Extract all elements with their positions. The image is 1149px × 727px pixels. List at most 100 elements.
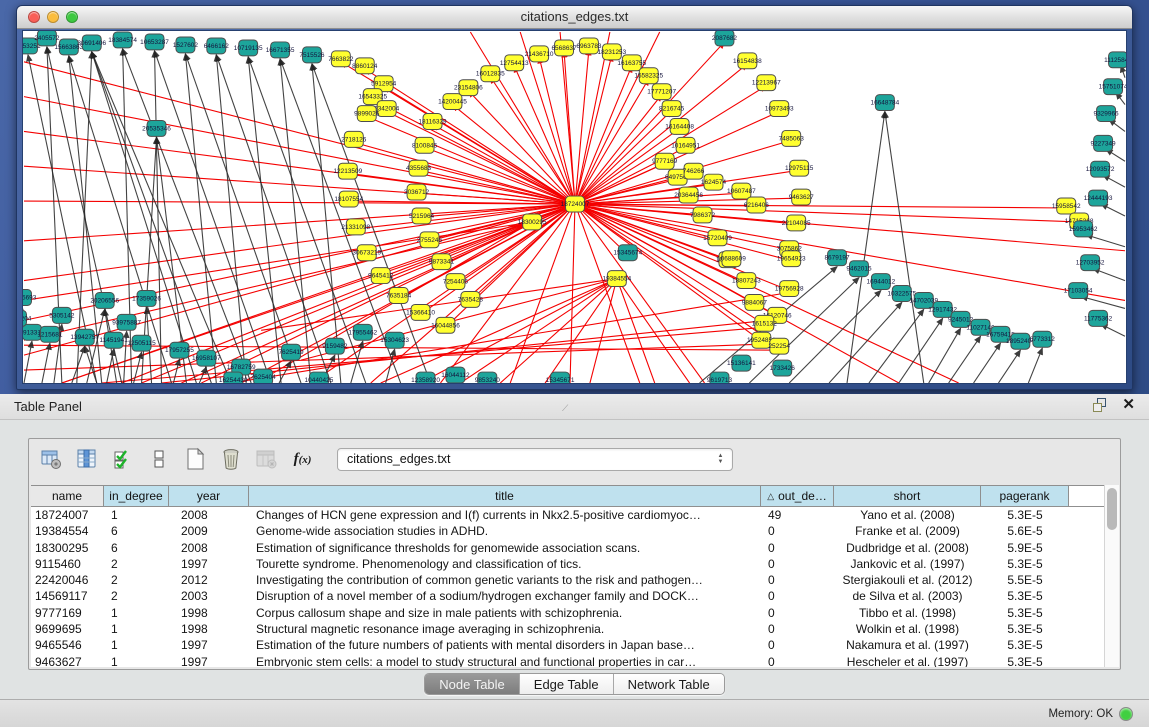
graph-node[interactable]: 93975887 bbox=[112, 314, 141, 330]
graph-node[interactable]: 9777169 bbox=[652, 153, 678, 169]
graph-node[interactable]: 18384574 bbox=[108, 32, 137, 48]
tab-edge-table[interactable]: Edge Table bbox=[520, 674, 614, 694]
graph-node[interactable]: 12505115 bbox=[127, 335, 156, 351]
graph-node[interactable]: 7515526 bbox=[299, 47, 325, 63]
graph-node[interactable]: 10973493 bbox=[765, 101, 794, 117]
graph-node[interactable]: 9884067 bbox=[742, 295, 768, 311]
graph-node[interactable]: 16164408 bbox=[665, 119, 694, 135]
graph-node[interactable]: 1527602 bbox=[173, 37, 199, 53]
graph-node[interactable]: 10719135 bbox=[234, 40, 263, 56]
graph-node[interactable]: 4355683 bbox=[406, 160, 432, 176]
graph-node[interactable]: 9329966 bbox=[1093, 106, 1119, 122]
graph-node[interactable]: 12213967 bbox=[752, 75, 781, 91]
column-header-year[interactable]: year bbox=[169, 486, 249, 506]
graph-node[interactable]: 17771207 bbox=[647, 84, 676, 100]
scrollbar-thumb[interactable] bbox=[1107, 488, 1117, 530]
zoom-button[interactable] bbox=[66, 11, 78, 23]
column-header-pagerank[interactable]: pagerank bbox=[981, 486, 1069, 506]
graph-node[interactable]: 16154838 bbox=[733, 53, 762, 69]
table-row[interactable]: 977716911998Corpus callosum shape and si… bbox=[31, 605, 1105, 621]
graph-node[interactable]: 8679197 bbox=[824, 250, 850, 266]
new-column-icon[interactable] bbox=[181, 446, 208, 473]
graph-node[interactable]: 11775362 bbox=[1084, 310, 1113, 326]
table-settings-icon[interactable] bbox=[37, 446, 64, 473]
graph-node[interactable]: 12213509 bbox=[333, 163, 362, 179]
column-header-out_de[interactable]: △out_de… bbox=[761, 486, 834, 506]
graph-node[interactable]: 7485063 bbox=[779, 130, 805, 146]
column-header-in_degree[interactable]: in_degree bbox=[104, 486, 169, 506]
graph-node[interactable]: 7635428 bbox=[458, 292, 484, 308]
graph-node[interactable]: 9159482 bbox=[322, 338, 348, 354]
graph-node[interactable]: 9462015 bbox=[846, 261, 872, 277]
graph-node[interactable]: 6216406 bbox=[744, 197, 770, 213]
minimize-button[interactable] bbox=[47, 11, 59, 23]
graph-node[interactable]: 7986372 bbox=[690, 207, 716, 223]
graph-node[interactable]: 2718126 bbox=[341, 131, 367, 147]
graph-node[interactable]: 1733426 bbox=[770, 360, 796, 376]
graph-node[interactable]: 1615132 bbox=[752, 315, 778, 331]
graph-node[interactable]: 9227349 bbox=[1091, 135, 1117, 151]
graph-node[interactable]: 15345674 bbox=[613, 245, 642, 261]
graph-node[interactable]: 13942757 bbox=[70, 329, 99, 345]
graph-node[interactable]: 22104085 bbox=[782, 215, 811, 231]
function-builder-icon[interactable]: f(x) bbox=[289, 446, 316, 473]
graph-node[interactable]: 18107554 bbox=[334, 191, 363, 207]
graph-node[interactable]: 16671355 bbox=[266, 42, 295, 58]
graph-node[interactable]: 746266 bbox=[683, 163, 705, 179]
graph-node[interactable]: 16648784 bbox=[871, 95, 900, 111]
graph-node[interactable]: 2087682 bbox=[712, 31, 738, 46]
graph-node[interactable]: 20206556 bbox=[90, 293, 119, 309]
graph-node[interactable]: 16944012 bbox=[867, 274, 896, 290]
delete-column-icon[interactable] bbox=[217, 446, 244, 473]
graph-node[interactable]: 5305142 bbox=[49, 307, 75, 323]
graph-node[interactable]: 20535346 bbox=[142, 120, 171, 136]
table-row[interactable]: 911546021997Tourette syndrome. Phenomeno… bbox=[31, 556, 1105, 572]
graph-node[interactable]: 9899026 bbox=[354, 106, 380, 122]
graph-node[interactable]: 6466162 bbox=[204, 38, 230, 54]
graph-node[interactable]: 18807243 bbox=[732, 273, 761, 289]
graph-node[interactable]: 15958542 bbox=[1052, 198, 1081, 214]
table-row[interactable]: 2242004622012Investigating the contribut… bbox=[31, 572, 1105, 588]
graph-node[interactable]: 15751074 bbox=[1099, 79, 1126, 95]
tab-network-table[interactable]: Network Table bbox=[614, 674, 724, 694]
table-select-dropdown[interactable]: citations_edges.txt ▲▼ bbox=[337, 448, 733, 471]
table-row[interactable]: 1456911722003Disruption of a novel membe… bbox=[31, 588, 1105, 604]
graph-node[interactable]: 12093572 bbox=[1086, 161, 1115, 177]
graph-node[interactable]: 6773312 bbox=[1030, 331, 1056, 347]
graph-node[interactable]: 8860124 bbox=[352, 58, 378, 74]
graph-node[interactable]: 252254 bbox=[768, 338, 790, 354]
table-row[interactable]: 946554611997Estimation of the future num… bbox=[31, 637, 1105, 653]
graph-node[interactable]: 16012835 bbox=[476, 66, 505, 82]
column-header-name[interactable]: name bbox=[31, 486, 104, 506]
column-header-title[interactable]: title bbox=[249, 486, 761, 506]
table-row[interactable]: 969969511998Structural magnetic resonanc… bbox=[31, 621, 1105, 637]
graph-node[interactable]: 2755246 bbox=[417, 232, 443, 248]
graph-node[interactable]: 1215681 bbox=[37, 326, 63, 342]
graph-node[interactable]: 17359026 bbox=[132, 291, 161, 307]
graph-node[interactable]: 15304623 bbox=[380, 332, 409, 348]
graph-node[interactable]: 8100846 bbox=[412, 137, 438, 153]
column-header-short[interactable]: short bbox=[834, 486, 981, 506]
graph-node[interactable]: 10653287 bbox=[140, 34, 169, 50]
graph-node[interactable]: 7254406 bbox=[443, 274, 469, 290]
network-canvas[interactable]: 3053251240557215663863306914061838457410… bbox=[22, 30, 1127, 384]
graph-node[interactable]: 8216745 bbox=[659, 101, 685, 117]
graph-node[interactable]: 3036712 bbox=[404, 184, 430, 200]
close-panel-icon[interactable]: ✕ bbox=[1122, 398, 1135, 412]
graph-node[interactable]: 9853240 bbox=[475, 372, 501, 383]
graph-node[interactable]: 7625404 bbox=[251, 369, 277, 383]
graph-node[interactable]: 21331098 bbox=[341, 219, 370, 235]
table-row[interactable]: 1938455462009Genome-wide association stu… bbox=[31, 523, 1105, 539]
table-vertical-scrollbar[interactable] bbox=[1104, 485, 1119, 667]
panel-resize-grip[interactable]: ⟋ bbox=[562, 395, 569, 421]
graph-node[interactable]: 12703952 bbox=[1076, 255, 1105, 271]
graph-node[interactable]: 12444193 bbox=[1084, 190, 1113, 206]
graph-node[interactable]: 6568637 bbox=[551, 40, 577, 56]
float-window-icon[interactable] bbox=[1093, 398, 1108, 412]
graph-node[interactable]: 9873341 bbox=[429, 254, 455, 270]
graph-node[interactable]: 9463627 bbox=[789, 189, 815, 205]
close-button[interactable] bbox=[28, 11, 40, 23]
show-columns-icon[interactable] bbox=[73, 446, 100, 473]
graph-node[interactable]: 10164951 bbox=[671, 137, 700, 153]
graph-node[interactable]: 11125840 bbox=[1104, 52, 1126, 68]
